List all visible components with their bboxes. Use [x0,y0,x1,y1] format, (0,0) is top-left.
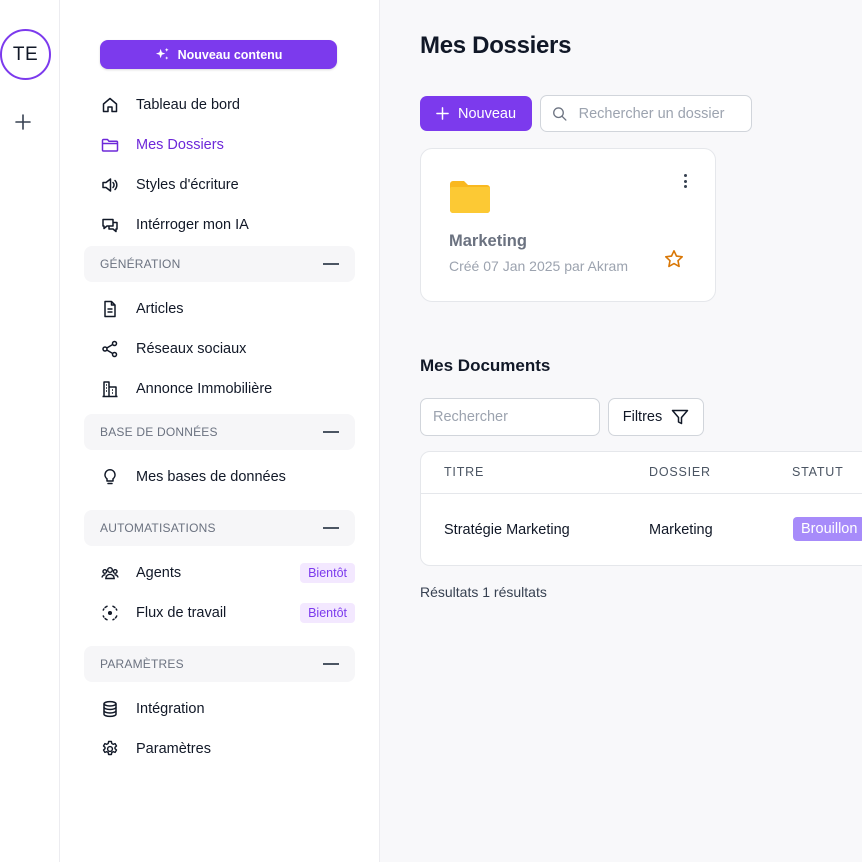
folder-meta: Créé 07 Jan 2025 par Akram [449,258,628,274]
nav-item-label: Intégration [136,701,205,717]
share-icon [100,340,119,359]
nav-item-my-databases[interactable]: Mes bases de données [100,463,355,491]
nav-item-label: Articles [136,301,184,317]
document-search[interactable] [420,398,600,436]
filters-label: Filtres [622,409,663,425]
column-header-folder[interactable]: Dossier [649,465,711,479]
nav-item-ask-ai[interactable]: Intérroger mon IA [100,211,355,239]
coming-soon-badge: Bientôt [300,603,355,623]
column-header-status[interactable]: Statut [792,465,844,479]
section-title: Paramètres [100,657,184,671]
nav-item-label: Flux de travail [136,605,227,621]
documents-title: Mes Documents [420,356,551,375]
building-icon [100,380,119,399]
column-header-title[interactable]: Titre [444,465,484,479]
users-icon [100,564,119,583]
nav-item-dashboard[interactable]: Tableau de bord [100,91,355,119]
nav-item-writing-styles[interactable]: Styles d'écriture [100,171,355,199]
collapse-icon[interactable] [323,527,339,529]
new-folder-label: Nouveau [457,105,517,122]
nav-item-articles[interactable]: Articles [100,295,355,323]
folder-icon [100,136,119,155]
new-folder-button[interactable]: Nouveau [420,96,532,131]
section-settings[interactable]: Paramètres [84,646,355,682]
collapse-icon[interactable] [323,263,339,265]
folder-icon [450,181,490,213]
nav-item-workflows[interactable]: Flux de travail Bientôt [100,599,355,627]
document-title: Stratégie Marketing [444,522,570,538]
nav-item-label: Styles d'écriture [136,177,239,193]
section-title: Automatisations [100,521,216,535]
add-workspace-button[interactable] [13,112,33,132]
more-options-icon[interactable] [677,172,693,190]
section-generation[interactable]: Génération [84,246,355,282]
plus-icon [15,114,31,130]
nav-item-label: Mes Dossiers [136,137,224,153]
filters-button[interactable]: Filtres [608,398,704,436]
speaker-icon [100,176,119,195]
chat-icon [100,216,119,235]
database-icon [100,700,119,719]
nav-item-social[interactable]: Réseaux sociaux [100,335,355,363]
sidebar: Nouveau contenu Tableau de bord Mes Doss… [60,0,380,862]
coming-soon-badge: Bientôt [300,563,355,583]
home-icon [100,96,119,115]
star-icon[interactable] [664,249,684,269]
left-rail: TE [0,0,60,862]
document-search-input[interactable] [433,409,599,425]
section-title: Génération [100,257,181,271]
page-title: Mes Dossiers [420,32,572,59]
nav-item-label: Tableau de bord [136,97,240,113]
gear-icon [100,740,119,759]
folder-search[interactable] [540,95,752,132]
nav-item-real-estate[interactable]: Annonce Immobilière [100,375,355,403]
document-folder: Marketing [649,522,713,538]
nav-item-label: Mes bases de données [136,469,286,485]
nav-item-label: Réseaux sociaux [136,341,247,357]
nav-item-label: Paramètres [136,741,211,757]
document-icon [100,300,119,319]
filter-icon [671,409,689,425]
new-content-label: Nouveau contenu [177,47,283,62]
workflow-icon [100,604,119,623]
nav-item-label: Agents [136,565,182,581]
table-row[interactable]: Stratégie Marketing Marketing Brouillon [421,494,862,566]
nav-item-integration[interactable]: Intégration [100,695,355,723]
main-content: Mes Dossiers Nouveau Marketing Créé 07 J… [380,0,862,862]
nav-item-label: Intérroger mon IA [136,217,249,233]
collapse-icon[interactable] [323,431,339,433]
section-database[interactable]: Base de données [84,414,355,450]
nav-item-folders[interactable]: Mes Dossiers [100,131,355,159]
nav-item-settings[interactable]: Paramètres [100,735,355,763]
documents-table: Titre Dossier Statut Stratégie Marketing… [420,451,862,566]
results-count: Résultats 1 résultats [420,584,547,600]
section-automation[interactable]: Automatisations [84,510,355,546]
folder-search-input[interactable] [578,105,751,122]
sparkle-icon [155,47,169,60]
search-icon [553,106,567,121]
section-title: Base de données [100,425,218,439]
folder-name: Marketing [449,232,527,250]
avatar[interactable]: TE [0,29,51,80]
folder-card[interactable]: Marketing Créé 07 Jan 2025 par Akram [420,148,716,302]
new-content-button[interactable]: Nouveau contenu [100,40,337,69]
nav-item-label: Annonce Immobilière [136,381,273,397]
plus-icon [436,107,449,120]
lightbulb-icon [100,468,119,487]
collapse-icon[interactable] [323,663,339,665]
nav-item-agents[interactable]: Agents Bientôt [100,559,355,587]
status-badge: Brouillon [793,517,862,541]
